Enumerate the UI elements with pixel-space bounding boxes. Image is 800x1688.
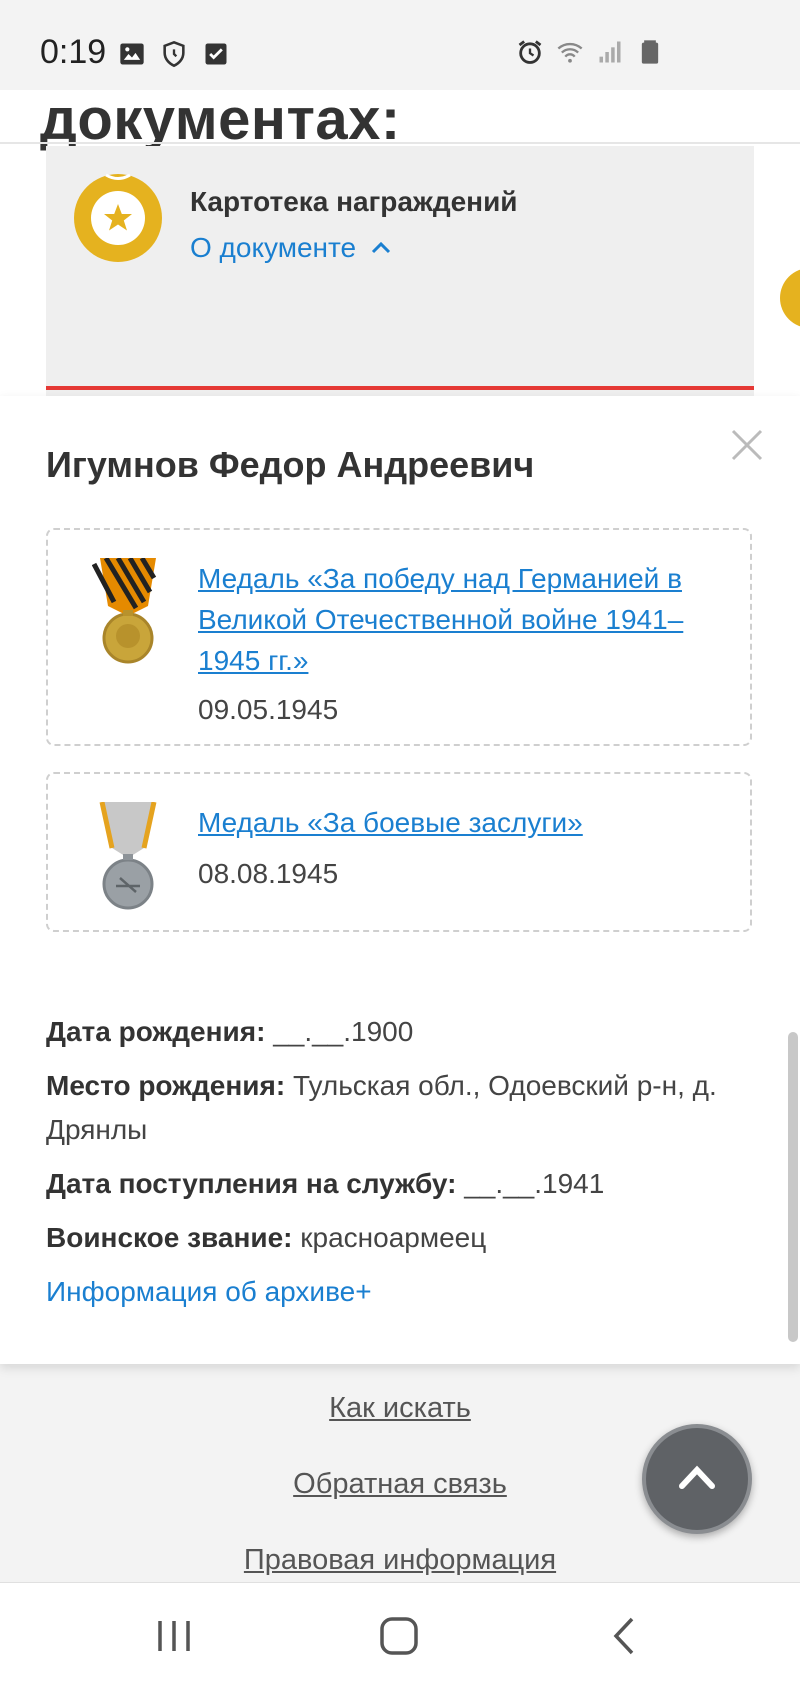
status-icons-right — [516, 38, 664, 66]
service-date-value: __.__.1941 — [464, 1168, 605, 1199]
award-link[interactable]: Медаль «За боевые заслуги» — [198, 802, 718, 843]
award-link[interactable]: Медаль «За победу над Германией в Велико… — [198, 558, 718, 681]
medal-star-icon — [74, 173, 162, 262]
victory-medal-icon — [92, 558, 157, 664]
birth-place-row: Место рождения: Тульская обл., Одоевский… — [46, 1064, 766, 1152]
award-date: 09.05.1945 — [198, 694, 339, 725]
divider — [0, 142, 800, 144]
wifi-icon — [557, 42, 583, 63]
person-name: Игумнов Федор Андреевич — [46, 444, 535, 485]
scroll-to-top-button[interactable] — [642, 1424, 752, 1534]
alarm-icon — [518, 40, 542, 64]
back-icon[interactable] — [600, 1613, 650, 1659]
person-details-card: Игумнов Федор Андреевич Медаль «За побед… — [0, 396, 800, 1364]
archive-info-link[interactable]: Информация об архиве+ — [46, 1270, 372, 1314]
chevron-up-icon — [679, 1465, 715, 1489]
active-card-underline — [46, 386, 754, 390]
footer-link-legal[interactable]: Правовая информация — [0, 1544, 800, 1577]
footer-link-how-to-search[interactable]: Как искать — [0, 1392, 800, 1425]
rank-value: красноармеец — [300, 1222, 487, 1253]
documents-section: документах: Картотека награждений О доку… — [0, 86, 800, 476]
about-document-label: О документе — [190, 232, 357, 263]
birth-date-row: Дата рождения: __.__.1900 — [46, 1010, 766, 1054]
shield-icon — [163, 40, 185, 68]
award-item: Медаль «За победу над Германией в Велико… — [46, 528, 752, 746]
close-icon[interactable] — [730, 428, 764, 462]
recent-apps-icon[interactable] — [150, 1613, 200, 1659]
service-date-row: Дата поступления на службу: __.__.1941 — [46, 1162, 766, 1206]
rank-label: Воинское звание: — [46, 1222, 293, 1253]
birth-date-value: __.__.1900 — [273, 1016, 414, 1047]
award-item: Медаль «За боевые заслуги» 08.08.1945 — [46, 772, 752, 932]
battery-icon — [641, 40, 659, 64]
system-nav-bar — [0, 1582, 800, 1688]
signal-icon — [599, 41, 621, 63]
rank-row: Воинское звание: красноармеец — [46, 1216, 766, 1260]
status-bar: 0:19 — [0, 0, 800, 90]
checkbox-icon — [205, 43, 227, 65]
document-card-title: Картотека награждений — [190, 186, 518, 217]
status-icons-left — [118, 40, 230, 68]
combat-merit-medal-icon — [99, 802, 157, 910]
award-date: 08.08.1945 — [198, 858, 339, 889]
birth-place-label: Место рождения: — [46, 1070, 286, 1101]
about-document-toggle[interactable]: О документе — [190, 232, 392, 264]
scrollbar[interactable] — [788, 1032, 798, 1342]
image-icon — [120, 43, 144, 65]
service-date-label: Дата поступления на службу: — [46, 1168, 457, 1199]
chevron-up-icon — [372, 241, 391, 254]
birth-date-label: Дата рождения: — [46, 1016, 266, 1047]
status-time: 0:19 — [40, 33, 107, 71]
next-card-medal-icon[interactable] — [780, 268, 800, 328]
home-icon[interactable] — [374, 1613, 424, 1659]
